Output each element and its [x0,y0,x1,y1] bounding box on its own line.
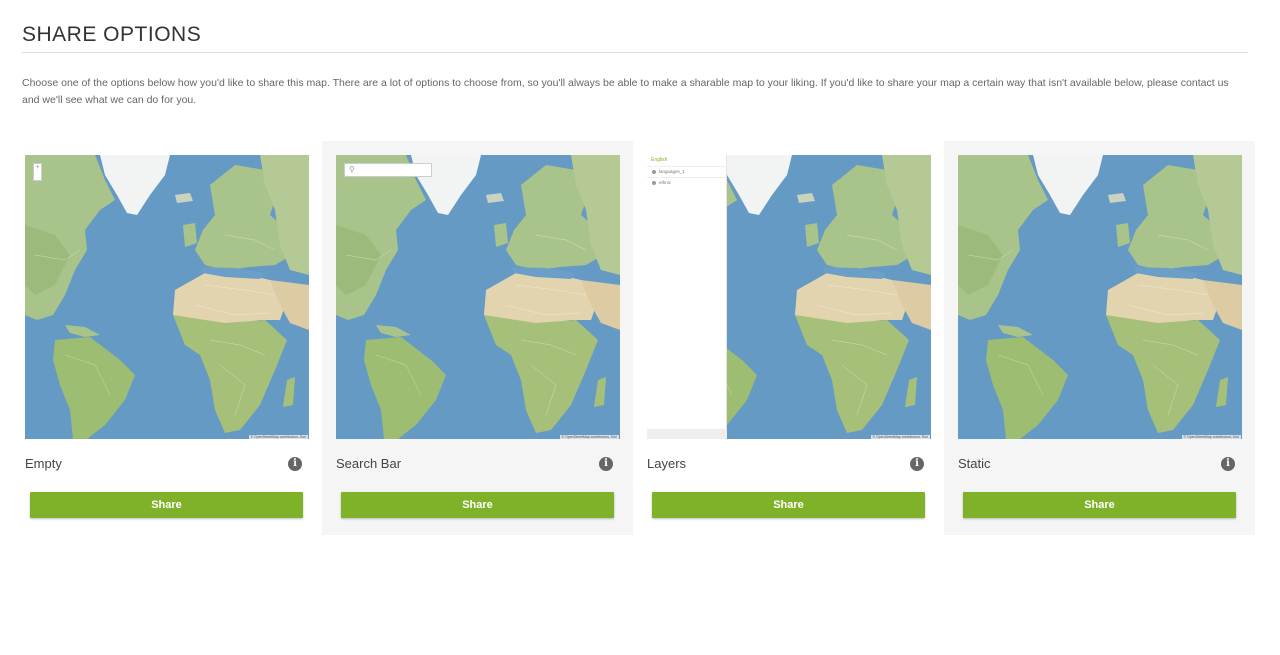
layers-panel-title: English [651,157,668,163]
share-option-empty: + © OpenStreetMap contributors, Esri Emp… [11,141,322,535]
map-preview-layers[interactable]: English languages_1 ethnic © OpenStreetM… [647,155,931,439]
map-attribution: © OpenStreetMap contributors, Esri [248,435,308,439]
map-attribution: © OpenStreetMap contributors, Esri [1181,435,1241,439]
layer-row: ethnic [647,177,727,188]
option-label: Empty [25,456,62,471]
option-label: Layers [647,456,687,471]
share-option-search-bar: ⚲ © OpenStreetMap contributors, Esri Sea… [322,141,633,535]
map-preview-empty[interactable]: + © OpenStreetMap contributors, Esri [25,155,309,439]
info-icon[interactable]: i [1221,457,1235,471]
option-label: Search Bar [336,456,402,471]
share-button-search-bar[interactable]: Share [341,492,614,518]
map-preview-static[interactable]: © OpenStreetMap contributors, Esri [958,155,1242,439]
share-button-layers[interactable]: Share [652,492,925,518]
zoom-control: + [33,163,42,181]
share-button-empty[interactable]: Share [30,492,303,518]
page-title: SHARE OPTIONS [22,23,202,46]
info-icon[interactable]: i [288,457,302,471]
world-map-image [25,155,309,439]
info-icon[interactable]: i [599,457,613,471]
map-preview-search-bar[interactable]: ⚲ © OpenStreetMap contributors, Esri [336,155,620,439]
title-divider [22,52,1248,53]
world-map-image [336,155,620,439]
world-map-image [958,155,1242,439]
layers-panel-footer [647,429,727,439]
info-icon[interactable]: i [910,457,924,471]
map-attribution: © OpenStreetMap contributors, Esri [870,435,930,439]
share-option-layers: English languages_1 ethnic © OpenStreetM… [633,141,944,535]
option-label: Static [958,456,991,471]
intro-text: Choose one of the options below how you'… [22,77,1229,106]
search-bar-preview: ⚲ [344,163,432,177]
search-icon: ⚲ [349,165,355,174]
share-button-static[interactable]: Share [963,492,1236,518]
share-options-grid: + © OpenStreetMap contributors, Esri Emp… [11,141,1256,535]
layers-panel-preview: English languages_1 ethnic [647,155,727,439]
share-option-static: © OpenStreetMap contributors, Esri Stati… [944,141,1255,535]
layer-row: languages_1 [647,166,727,177]
map-attribution: © OpenStreetMap contributors, Esri [559,435,619,439]
